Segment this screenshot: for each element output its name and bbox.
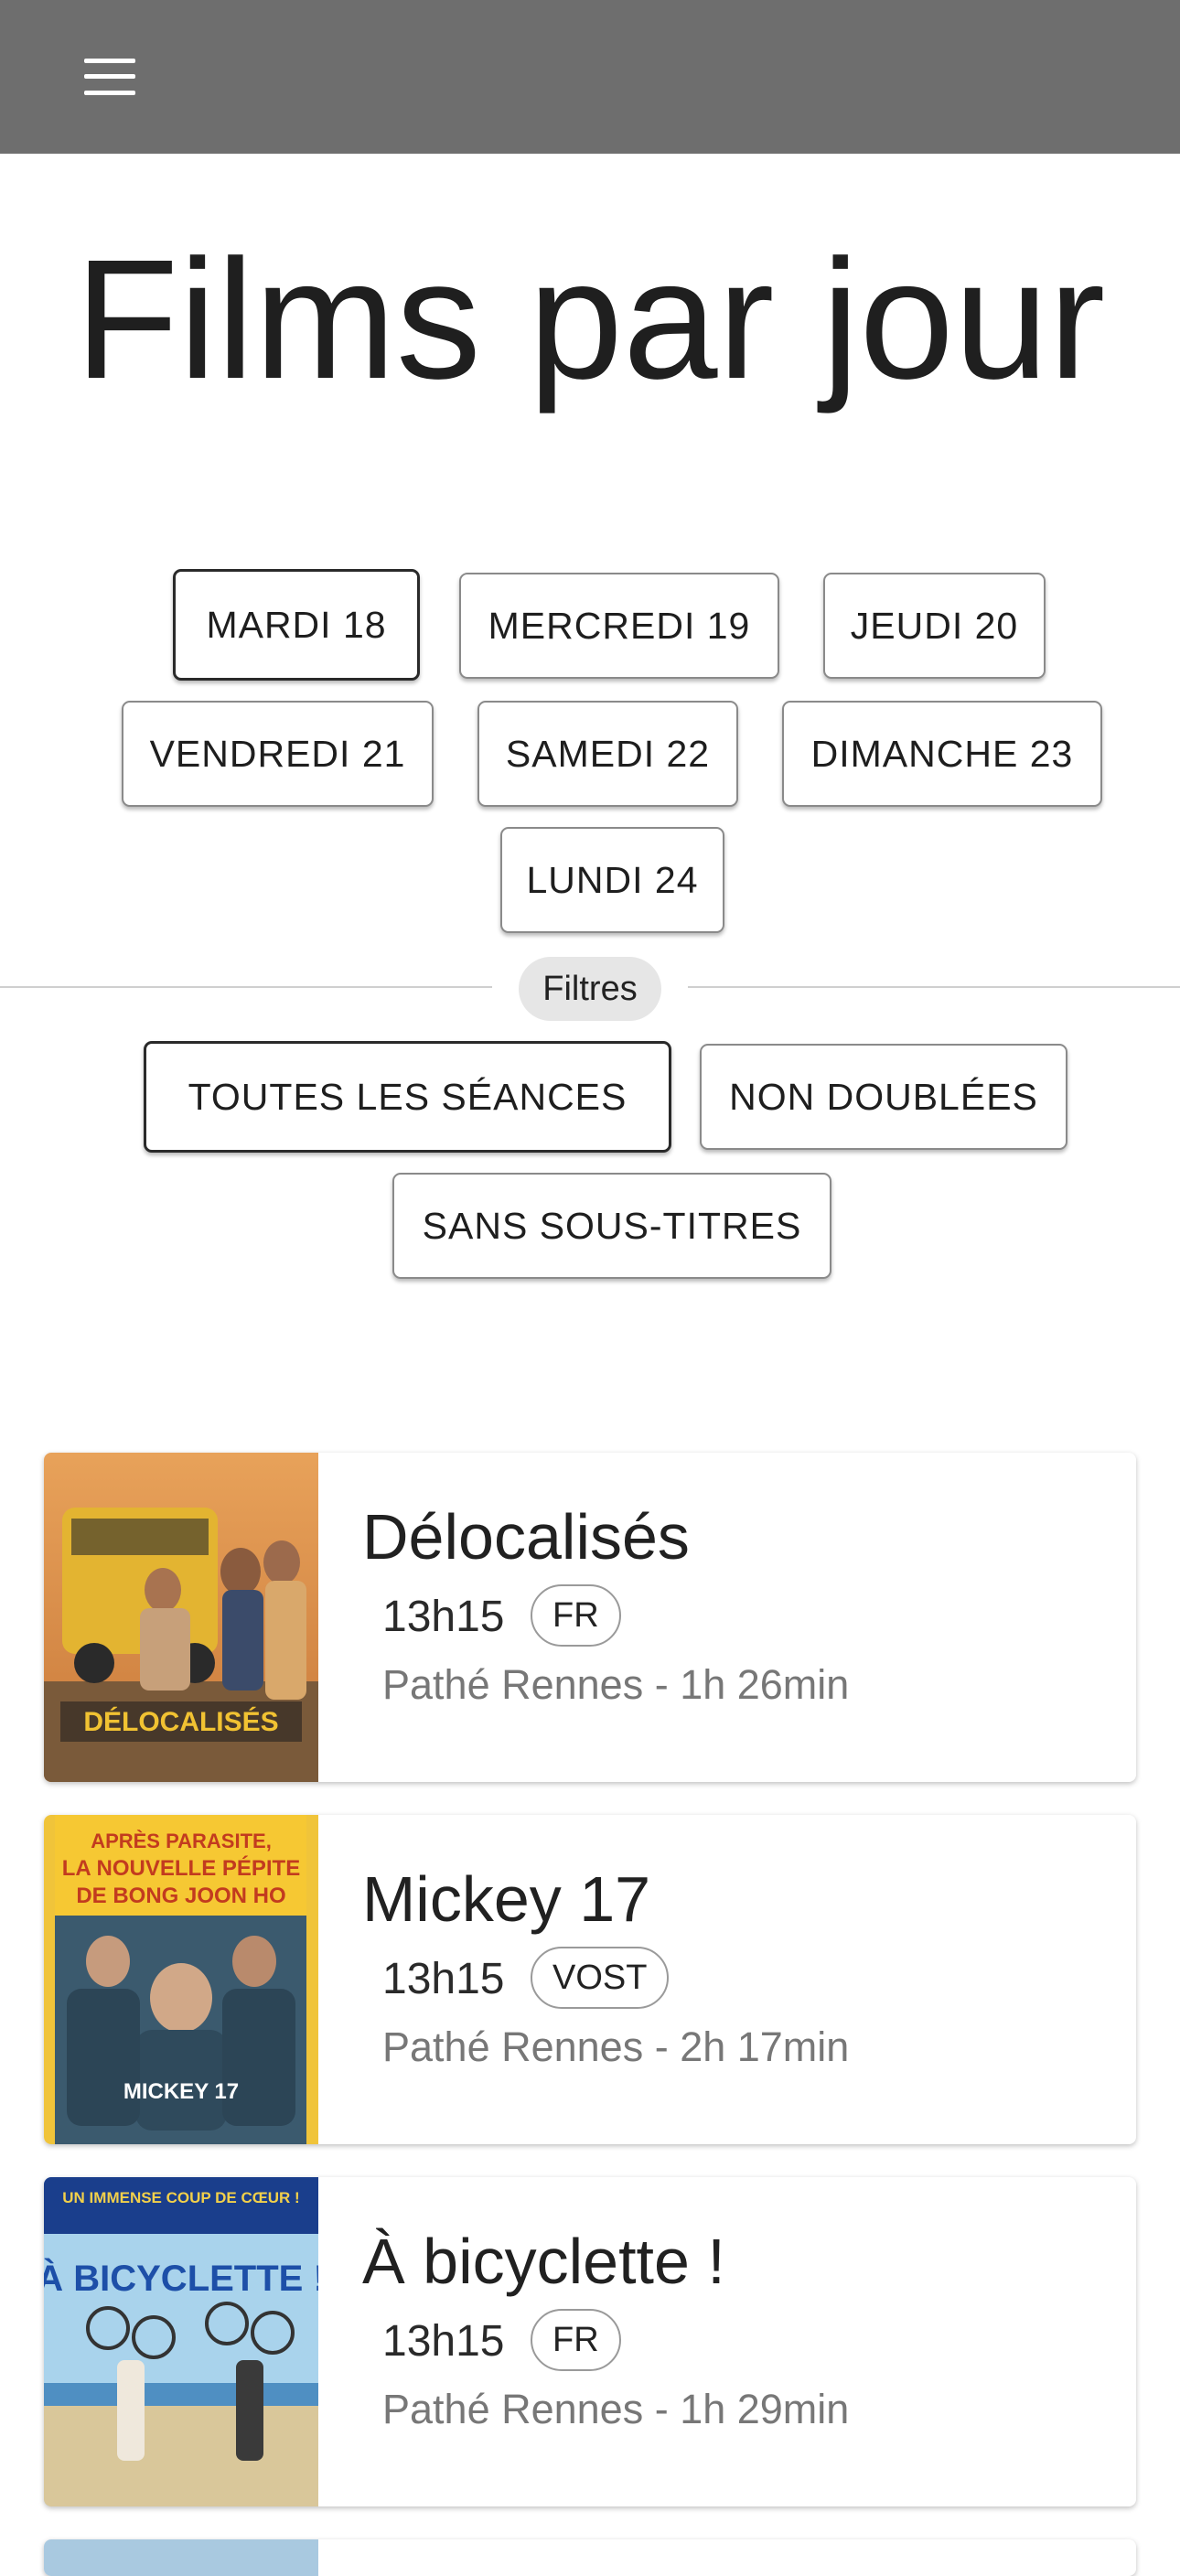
- filter-button-non-doublees[interactable]: NON DOUBLÉES: [700, 1044, 1067, 1150]
- film-meta: Pathé Rennes - 1h 26min: [382, 1661, 850, 1708]
- film-poster: DÉLOCALISÉS: [44, 1453, 318, 1782]
- svg-text:MICKEY 17: MICKEY 17: [123, 2079, 239, 2104]
- film-meta: Pathé Rennes - 2h 17min: [382, 2023, 850, 2070]
- film-title: Délocalisés: [362, 1501, 690, 1572]
- filters-label: Filtres: [519, 957, 661, 1021]
- divider-left: [0, 986, 492, 988]
- film-poster: UN IMMENSE COUP DE CŒUR ! À BICYCLETTE !: [44, 2177, 318, 2506]
- film-card[interactable]: UN IMMENSE COUP DE CŒUR ! À BICYCLETTE !…: [44, 2177, 1136, 2506]
- filter-button-sans-sous-titres[interactable]: SANS SOUS-TITRES: [392, 1173, 831, 1279]
- svg-text:LA NOUVELLE PÉPITE: LA NOUVELLE PÉPITE: [62, 1855, 300, 1881]
- day-button-dimanche-23[interactable]: DIMANCHE 23: [782, 701, 1102, 807]
- day-button-vendredi-21[interactable]: VENDREDI 21: [122, 701, 434, 807]
- divider-right: [688, 986, 1180, 988]
- language-badge: FR: [531, 1584, 621, 1647]
- day-button-lundi-24[interactable]: LUNDI 24: [500, 827, 724, 933]
- film-card[interactable]: DÉLOCALISÉS Délocalisés 13h15 FR Pathé R…: [44, 1453, 1136, 1782]
- language-badge: VOST: [531, 1947, 670, 2009]
- day-button-samedi-22[interactable]: SAMEDI 22: [477, 701, 738, 807]
- film-meta: Pathé Rennes - 1h 29min: [382, 2386, 850, 2432]
- poster-title-text: À BICYCLETTE !: [44, 2258, 318, 2299]
- filter-button-toutes-les-seances[interactable]: TOUTES LES SÉANCES: [144, 1041, 671, 1153]
- language-badge: FR: [531, 2309, 621, 2371]
- page-title: Films par jour: [74, 225, 1106, 414]
- svg-text:APRÈS PARASITE,: APRÈS PARASITE,: [91, 1830, 272, 1852]
- film-title: Mickey 17: [362, 1863, 651, 1935]
- film-poster: [44, 2539, 318, 2576]
- day-button-mercredi-19[interactable]: MERCREDI 19: [459, 573, 779, 679]
- svg-text:UN IMMENSE COUP DE CŒUR !: UN IMMENSE COUP DE CŒUR !: [62, 2189, 299, 2206]
- showtime: 13h15: [382, 1593, 505, 1641]
- day-button-mardi-18[interactable]: MARDI 18: [173, 569, 420, 681]
- top-app-bar: [0, 0, 1180, 154]
- day-button-jeudi-20[interactable]: JEUDI 20: [823, 573, 1046, 679]
- poster-title-text: DÉLOCALISÉS: [83, 1706, 278, 1737]
- film-title: À bicyclette !: [362, 2226, 725, 2297]
- film-card-partial[interactable]: [44, 2539, 1136, 2576]
- showtime: 13h15: [382, 1955, 505, 2003]
- film-poster: APRÈS PARASITE, LA NOUVELLE PÉPITE DE BO…: [44, 1815, 318, 2144]
- showtime: 13h15: [382, 2317, 505, 2366]
- hamburger-menu-icon[interactable]: [84, 59, 135, 95]
- svg-text:DE BONG JOON HO: DE BONG JOON HO: [76, 1884, 285, 1908]
- film-card[interactable]: APRÈS PARASITE, LA NOUVELLE PÉPITE DE BO…: [44, 1815, 1136, 2144]
